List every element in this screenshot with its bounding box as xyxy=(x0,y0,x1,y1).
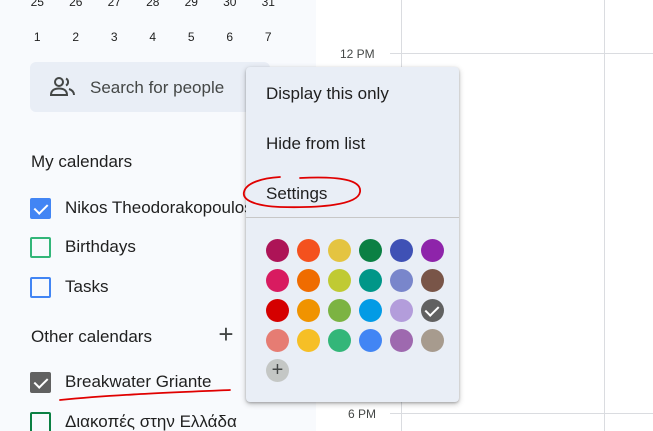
mini-calendar-day[interactable]: 30 xyxy=(211,0,250,9)
settings-item[interactable]: Settings xyxy=(266,184,327,204)
color-swatch[interactable] xyxy=(359,269,382,292)
color-swatch[interactable] xyxy=(297,269,320,292)
calendar-checkbox[interactable] xyxy=(30,237,51,258)
mini-calendar-day[interactable]: 26 xyxy=(57,0,96,9)
display-this-only-item[interactable]: Display this only xyxy=(266,84,389,104)
color-swatch[interactable] xyxy=(266,239,289,262)
grid-divider xyxy=(604,0,605,431)
color-swatch[interactable] xyxy=(328,269,351,292)
color-swatch[interactable] xyxy=(359,329,382,352)
calendar-name: Birthdays xyxy=(65,237,136,256)
calendar-checkbox[interactable] xyxy=(30,198,51,219)
mini-calendar-day[interactable]: 7 xyxy=(249,30,288,44)
color-swatch[interactable] xyxy=(328,329,351,352)
color-swatch[interactable] xyxy=(390,239,413,262)
hour-line xyxy=(390,413,653,414)
color-swatch[interactable] xyxy=(297,299,320,322)
calendar-options-menu: Display this only Hide from list Setting… xyxy=(246,67,459,402)
color-swatch[interactable] xyxy=(266,269,289,292)
mini-calendar-day[interactable]: 25 xyxy=(18,0,57,9)
mini-calendar-day[interactable]: 5 xyxy=(172,30,211,44)
mini-calendar-day[interactable]: 3 xyxy=(95,30,134,44)
color-swatch[interactable] xyxy=(421,299,444,322)
mini-calendar-day[interactable]: 27 xyxy=(95,0,134,9)
calendar-name: Tasks xyxy=(65,277,109,296)
time-label: 6 PM xyxy=(348,407,377,421)
add-calendar-plus-icon[interactable]: + xyxy=(214,321,238,347)
color-swatch[interactable] xyxy=(421,239,444,262)
calendar-checkbox[interactable] xyxy=(30,372,51,393)
search-people-box[interactable]: Search for people xyxy=(30,62,270,112)
color-swatch[interactable] xyxy=(390,269,413,292)
calendar-name: Breakwater Griante xyxy=(65,372,212,391)
color-swatch[interactable] xyxy=(266,299,289,322)
color-swatch[interactable] xyxy=(359,299,382,322)
time-label: 12 PM xyxy=(340,47,375,61)
color-swatch[interactable] xyxy=(421,269,444,292)
other-calendars-heading[interactable]: Other calendars xyxy=(31,327,152,347)
calendar-name: Διακοπές στην Ελλάδα xyxy=(65,412,237,431)
mini-calendar-day[interactable]: 1 xyxy=(18,30,57,44)
menu-divider xyxy=(246,217,459,218)
calendar-item[interactable]: Διακοπές στην Ελλάδα xyxy=(30,411,330,431)
mini-calendar-row: 25 26 27 28 29 30 31 xyxy=(18,0,288,9)
hour-line xyxy=(390,53,653,54)
people-icon xyxy=(50,77,75,96)
color-swatch[interactable] xyxy=(328,299,351,322)
mini-calendar-day[interactable]: 28 xyxy=(134,0,173,9)
my-calendars-heading[interactable]: My calendars xyxy=(31,152,132,172)
mini-calendar-day[interactable]: 2 xyxy=(57,30,96,44)
mini-calendar-row: 1 2 3 4 5 6 7 xyxy=(18,30,288,44)
hide-from-list-item[interactable]: Hide from list xyxy=(266,134,365,154)
mini-calendar-day[interactable]: 31 xyxy=(249,0,288,9)
search-people-label: Search for people xyxy=(90,78,225,97)
calendar-name: Nikos Theodorakopoulos xyxy=(65,198,253,217)
mini-calendar-day[interactable]: 29 xyxy=(172,0,211,9)
color-swatch[interactable] xyxy=(421,329,444,352)
color-swatch[interactable] xyxy=(297,329,320,352)
color-swatch[interactable] xyxy=(328,239,351,262)
calendar-checkbox[interactable] xyxy=(30,277,51,298)
mini-calendar-day[interactable]: 4 xyxy=(134,30,173,44)
mini-calendar-day[interactable]: 6 xyxy=(211,30,250,44)
calendar-checkbox[interactable] xyxy=(30,412,51,431)
color-swatch[interactable] xyxy=(297,239,320,262)
color-swatch[interactable] xyxy=(359,239,382,262)
color-swatch[interactable] xyxy=(266,329,289,352)
add-custom-color-plus-icon[interactable]: + xyxy=(266,359,289,382)
color-swatch[interactable] xyxy=(390,329,413,352)
color-swatch[interactable] xyxy=(390,299,413,322)
